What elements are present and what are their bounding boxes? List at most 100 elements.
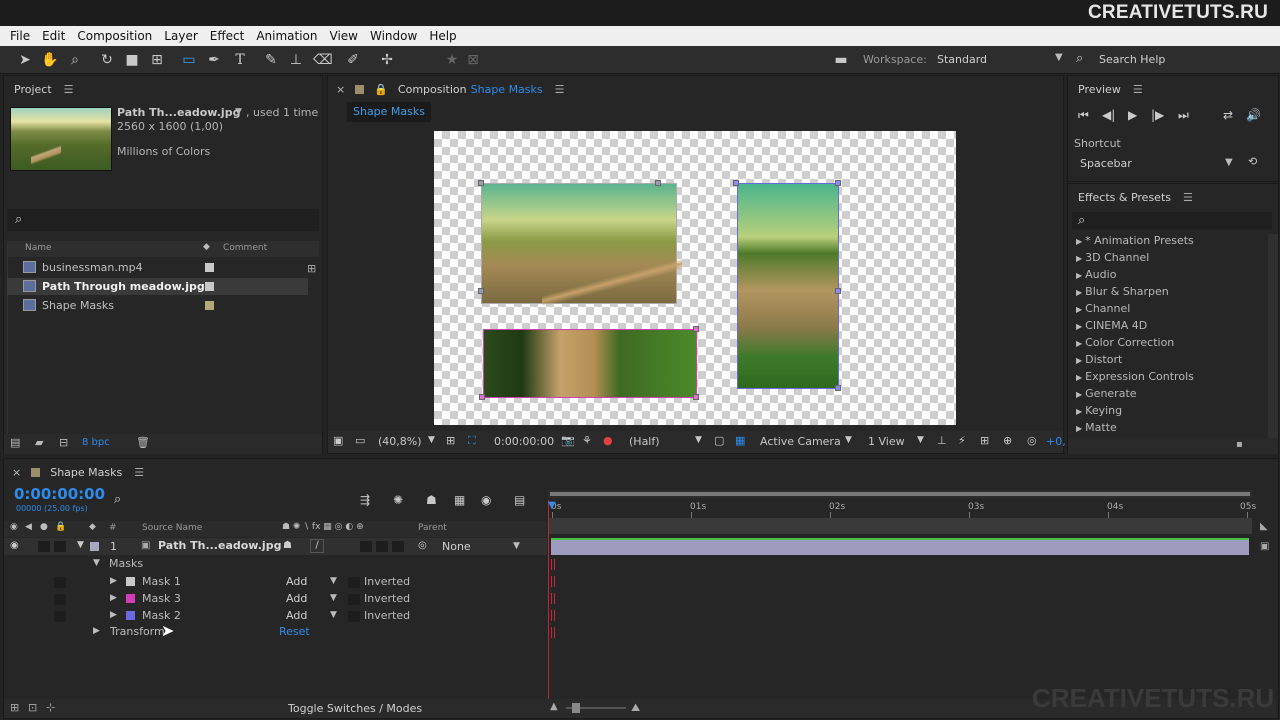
new-preset-icon[interactable]: ▪ — [1236, 439, 1243, 450]
effects-category[interactable]: ▶ 3D Channel — [1076, 251, 1149, 268]
chevron-down-icon[interactable]: ▼ — [917, 435, 924, 445]
mask-1-region[interactable] — [481, 183, 682, 305]
lock-switch[interactable] — [54, 577, 66, 588]
previous-frame-icon[interactable]: ◀| — [1102, 108, 1115, 122]
exposure-value[interactable]: +0, — [1046, 435, 1066, 448]
transparency-grid-icon[interactable]: ▦ — [735, 434, 745, 447]
keyframe-marker[interactable] — [551, 627, 555, 638]
panel-menu-icon[interactable]: ☰ — [555, 83, 565, 96]
view-layout-select[interactable]: 1 View — [868, 435, 905, 448]
switch-box[interactable] — [360, 541, 372, 552]
loop-icon[interactable]: ⇄ — [1223, 108, 1233, 122]
mask-mode-select[interactable]: Add — [286, 609, 307, 622]
shortcut-select[interactable]: Spacebar — [1080, 157, 1132, 170]
mask-vertex-handle[interactable] — [478, 180, 484, 186]
chevron-down-icon[interactable]: ▼ — [330, 593, 337, 603]
rectangle-tool-icon[interactable]: ▭ — [180, 51, 198, 69]
effects-category[interactable]: ▶ * Animation Presets — [1076, 234, 1194, 251]
effects-scrollbar[interactable] — [1268, 234, 1278, 438]
parent-select[interactable]: None — [442, 540, 471, 553]
zoom-tool-icon[interactable]: ⌕ — [66, 51, 84, 69]
current-time-indicator[interactable] — [548, 500, 549, 700]
switch-box[interactable] — [376, 541, 388, 552]
motion-blur-icon[interactable]: ◉ — [481, 493, 491, 507]
work-area-range[interactable] — [548, 518, 1252, 534]
monitor-icon[interactable]: ▭ — [355, 434, 365, 447]
panel-menu-icon[interactable]: ☰ — [64, 83, 74, 96]
comp-marker-bin-icon[interactable]: ◣ — [1260, 521, 1268, 532]
composition-tab[interactable]: Shape Masks — [347, 102, 431, 122]
chevron-down-icon[interactable]: ▼ — [77, 540, 84, 550]
menu-view[interactable]: View — [324, 29, 364, 43]
toggle-switches-modes-button[interactable]: Toggle Switches / Modes — [288, 702, 422, 715]
mask-vertex-handle[interactable] — [655, 180, 661, 186]
mask-mode-select[interactable]: Add — [286, 575, 307, 588]
layer-label-color[interactable] — [90, 542, 99, 551]
effects-category[interactable]: ▶ Blur & Sharpen — [1076, 285, 1169, 302]
zoom-out-icon[interactable]: ▲ — [550, 701, 558, 712]
timeline-timecode[interactable]: 0:00:00:00 — [14, 485, 105, 503]
mask-name[interactable]: Mask 3 — [142, 592, 181, 605]
mask-vertex-handle[interactable] — [479, 394, 485, 400]
panel-menu-icon[interactable]: ☰ — [1133, 83, 1143, 96]
pan-behind-tool-icon[interactable]: ⊞ — [148, 51, 166, 69]
snapshot-icon[interactable]: 📷 — [561, 434, 575, 447]
mask-row[interactable]: ▶ Mask 3 Add ▼ Inverted — [4, 591, 549, 608]
resolution-select[interactable]: (Half) — [629, 435, 660, 448]
trash-icon[interactable]: 🗑 — [136, 436, 150, 449]
pickwhip-icon[interactable]: ◎ — [418, 540, 427, 551]
panel-menu-icon[interactable]: ☰ — [134, 466, 144, 479]
interpret-footage-icon[interactable]: ▤ — [10, 436, 20, 449]
graph-editor-icon[interactable]: ▤ — [514, 493, 525, 507]
menu-effect[interactable]: Effect — [204, 29, 251, 43]
timeline-toggle-icon[interactable]: ⊞ — [980, 434, 989, 447]
chevron-down-icon[interactable]: ▼ — [695, 435, 702, 445]
chevron-right-icon[interactable]: ▶ — [1076, 305, 1082, 314]
draft-3d-icon[interactable]: ✺ — [393, 493, 403, 507]
layer-duration-bar[interactable] — [551, 538, 1249, 555]
project-search-field[interactable]: ⌕ — [7, 209, 319, 231]
zoom-slider[interactable] — [566, 703, 626, 713]
effects-search-field[interactable]: ⌕ — [1072, 212, 1272, 230]
roto-brush-tool-icon[interactable]: ✐ — [344, 51, 362, 69]
camera-tool-icon[interactable]: ■ — [123, 51, 141, 69]
region-of-interest-icon[interactable]: ▢ — [714, 434, 724, 447]
quality-icon[interactable]: ∕ — [310, 539, 324, 553]
eye-icon[interactable]: ◉ — [10, 540, 19, 551]
composition-canvas[interactable] — [434, 131, 956, 425]
chevron-right-icon[interactable]: ▶ — [1076, 356, 1082, 365]
mask-vertex-handle[interactable] — [478, 288, 484, 294]
menu-layer[interactable]: Layer — [158, 29, 203, 43]
search-icon[interactable]: ⌕ — [114, 492, 121, 507]
first-frame-icon[interactable]: ⏮ — [1078, 108, 1089, 123]
label-color-swatch[interactable] — [205, 263, 214, 272]
layer-row[interactable]: ◉ ▼ 1 ▣ Path Th...eadow.jpg ☗ ∕ ◎ None ▼ — [4, 538, 547, 555]
inverted-checkbox[interactable] — [348, 594, 360, 605]
reset-exposure-icon[interactable]: ◎ — [1027, 434, 1037, 447]
keyframe-marker[interactable] — [551, 593, 555, 604]
zoom-select[interactable]: (40,8%) — [378, 435, 422, 448]
chevron-right-icon[interactable]: ▶ — [1076, 407, 1082, 416]
column-name[interactable]: Name — [25, 243, 52, 253]
chevron-down-icon[interactable]: ▼ — [93, 558, 100, 568]
mask-color-swatch[interactable] — [126, 577, 135, 586]
pixel-aspect-icon[interactable]: ⊥ — [937, 434, 947, 447]
mask-vertex-handle[interactable] — [693, 394, 699, 400]
effects-category[interactable]: ▶ Audio — [1076, 268, 1116, 285]
work-area-bar[interactable] — [548, 490, 1252, 498]
close-icon[interactable]: × — [336, 83, 345, 96]
selection-tool-icon[interactable]: ➤ — [16, 51, 34, 69]
playhead-icon[interactable]: ▼ — [548, 500, 556, 511]
switch-box[interactable] — [392, 541, 404, 552]
lock-switch[interactable] — [54, 611, 66, 622]
play-icon[interactable]: ▶ — [1128, 108, 1137, 122]
mask-color-swatch[interactable] — [126, 611, 135, 620]
label-color-swatch[interactable] — [205, 301, 214, 310]
panel-menu-icon[interactable]: ☰ — [1183, 191, 1193, 204]
chevron-right-icon[interactable]: ▶ — [93, 626, 100, 636]
chevron-right-icon[interactable]: ▶ — [110, 593, 117, 603]
viewer-timecode[interactable]: 0:00:00:00 — [494, 435, 554, 448]
chevron-down-icon[interactable]: ▼ — [330, 610, 337, 620]
pen-tool-icon[interactable]: ✒ — [205, 51, 223, 69]
workspace-select[interactable]: Standard — [937, 53, 987, 66]
